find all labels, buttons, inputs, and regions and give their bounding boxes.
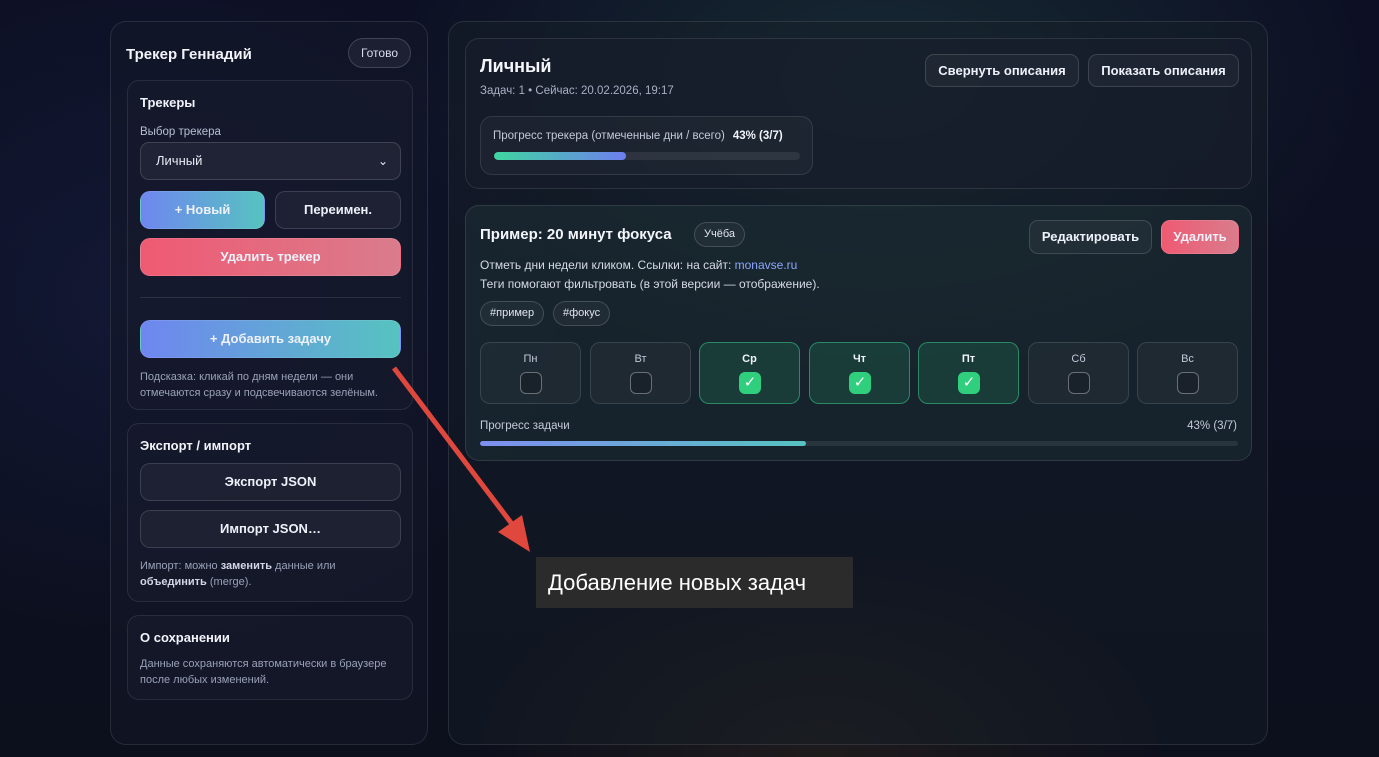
- tracker-progress-label: Прогресс трекера (отмеченные дни / всего…: [493, 130, 783, 142]
- tracker-progress-value: 43% (3/7): [732, 130, 783, 142]
- sidebar: Трекер Геннадий Готово Трекеры Выбор тре…: [110, 21, 428, 745]
- tag-chip[interactable]: #пример: [480, 301, 545, 326]
- tracker-select-label: Выбор трекера: [140, 126, 221, 138]
- delete-task-button[interactable]: Удалить: [1161, 220, 1239, 254]
- task-card: Пример: 20 минут фокуса Учёба Редактиров…: [465, 205, 1252, 461]
- import-hint-middle: данные или: [272, 560, 336, 572]
- rename-tracker-button[interactable]: Переимен.: [275, 191, 401, 229]
- tracker-select-value: Личный: [156, 153, 203, 168]
- export-card-title: Экспорт / импорт: [140, 438, 252, 453]
- checkbox-empty-icon[interactable]: [1068, 372, 1090, 394]
- day-label: Чт: [852, 353, 867, 365]
- tracker-progress-fill: [494, 152, 626, 160]
- import-hint-merge: объединить: [140, 576, 207, 588]
- show-descriptions-button[interactable]: Показать описания: [1088, 54, 1239, 87]
- tracker-title: Личный: [480, 56, 552, 76]
- new-tracker-button[interactable]: + Новый: [140, 191, 265, 229]
- tracker-header: Личный Задач: 1 • Сейчас: 20.02.2026, 19…: [465, 38, 1252, 189]
- checkbox-checked-icon[interactable]: ✓: [958, 372, 980, 394]
- sidebar-header: Трекер Геннадий Готово: [126, 38, 411, 76]
- import-hint-prefix: Импорт: можно: [140, 560, 221, 572]
- trackers-card-title: Трекеры: [140, 95, 196, 110]
- main-panel: Личный Задач: 1 • Сейчас: 20.02.2026, 19…: [448, 21, 1268, 745]
- day-label: Сб: [1071, 353, 1086, 365]
- collapse-descriptions-button[interactable]: Свернуть описания: [925, 54, 1079, 87]
- task-progress-label: Прогресс задачи: [480, 420, 570, 432]
- checkbox-checked-icon[interactable]: ✓: [739, 372, 761, 394]
- save-card-title: О сохранении: [140, 630, 230, 645]
- day-label: Пн: [523, 353, 538, 365]
- delete-tracker-button[interactable]: Удалить трекер: [140, 238, 401, 276]
- task-title: Пример: 20 минут фокуса: [480, 226, 672, 243]
- tracker-progress-box: Прогресс трекера (отмеченные дни / всего…: [480, 116, 813, 175]
- checkbox-empty-icon[interactable]: [630, 372, 652, 394]
- status-badge: Готово: [347, 38, 411, 68]
- task-progress-bar: [480, 441, 1238, 446]
- divider: [140, 297, 401, 298]
- save-info-card: О сохранении Данные сохраняются автомати…: [127, 615, 413, 700]
- day-label: Ср: [742, 353, 757, 365]
- checkbox-checked-icon[interactable]: ✓: [849, 372, 871, 394]
- day-label: Вт: [634, 353, 647, 365]
- tracker-progress-bar: [494, 152, 800, 160]
- task-category-badge: Учёба: [694, 222, 746, 247]
- import-hint-replace: заменить: [220, 560, 272, 572]
- day-toggle[interactable]: Вс: [1137, 342, 1238, 404]
- tracker-select[interactable]: Личный ⌄: [140, 142, 401, 180]
- trackers-card: Трекеры Выбор трекера Личный ⌄ + Новый П…: [127, 80, 413, 410]
- annotation-callout: Добавление новых задач: [536, 557, 853, 608]
- day-toggle[interactable]: Пт ✓: [918, 342, 1019, 404]
- task-progress-value: 43% (3/7): [1187, 420, 1237, 432]
- task-description-line1: Отметь дни недели кликом. Ссылки: на сай…: [480, 258, 797, 272]
- checkbox-empty-icon[interactable]: [520, 372, 542, 394]
- import-hint-suffix: (merge).: [206, 576, 252, 588]
- day-toggle[interactable]: Чт ✓: [809, 342, 910, 404]
- app-title: Трекер Геннадий: [126, 46, 252, 63]
- task-progress-fill: [480, 441, 806, 446]
- tracker-progress-text: Прогресс трекера (отмеченные дни / всего…: [493, 130, 725, 142]
- site-link[interactable]: monavse.ru: [735, 258, 798, 272]
- export-import-card: Экспорт / импорт Экспорт JSON Импорт JSO…: [127, 423, 413, 602]
- checkbox-empty-icon[interactable]: [1177, 372, 1199, 394]
- day-toggle[interactable]: Вт: [590, 342, 691, 404]
- tag-chip[interactable]: #фокус: [553, 301, 611, 326]
- day-toggle[interactable]: Сб: [1028, 342, 1129, 404]
- add-task-button[interactable]: + Добавить задачу: [140, 320, 401, 358]
- edit-task-button[interactable]: Редактировать: [1029, 220, 1152, 254]
- import-hint: Импорт: можно заменить данные или объеди…: [140, 558, 404, 590]
- task-description-line2: Теги помогают фильтровать (в этой версии…: [480, 277, 820, 291]
- day-toggle[interactable]: Ср ✓: [699, 342, 800, 404]
- trackers-hint: Подсказка: кликай по дням недели — они о…: [140, 371, 378, 399]
- tracker-meta: Задач: 1 • Сейчас: 20.02.2026, 19:17: [480, 85, 674, 97]
- day-toggle[interactable]: Пн: [480, 342, 581, 404]
- save-info-text: Данные сохраняются автоматически в брауз…: [140, 658, 387, 686]
- weekday-checklist: Пн Вт Ср ✓ Чт ✓ Пт ✓ Сб Вс: [480, 342, 1238, 404]
- day-label: Пт: [961, 353, 976, 365]
- task-description-text: Отметь дни недели кликом. Ссылки: на сай…: [480, 258, 735, 272]
- day-label: Вс: [1181, 353, 1194, 365]
- chevron-down-icon: ⌄: [377, 154, 388, 168]
- import-json-button[interactable]: Импорт JSON…: [140, 510, 401, 548]
- export-json-button[interactable]: Экспорт JSON: [140, 463, 401, 501]
